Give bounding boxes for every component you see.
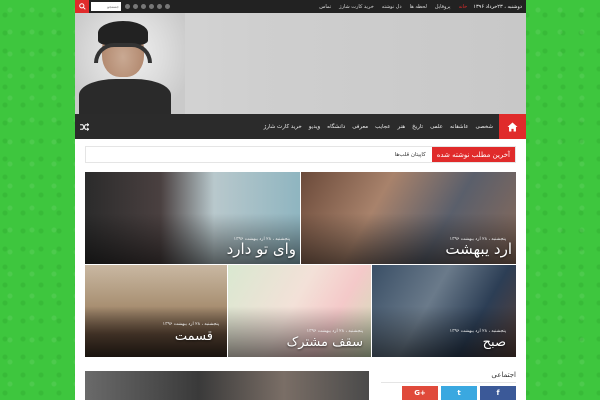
featured-post[interactable]: پنجشنبه ، ۲۸ ارد یبهشت ۱۳۹۶ قسمت — [85, 265, 227, 357]
post-date: پنجشنبه ، ۲۸ ارد یبهشت ۱۳۹۶ — [449, 329, 506, 334]
header-logo-photo[interactable] — [75, 13, 185, 114]
google-icon[interactable] — [133, 4, 138, 9]
google-plus-button[interactable]: G+ — [402, 386, 438, 400]
twitter-icon[interactable] — [149, 4, 154, 9]
post-thumbnail[interactable] — [85, 371, 369, 400]
post-title[interactable]: ارد یبهشت — [445, 240, 512, 258]
rss-icon[interactable] — [125, 4, 130, 9]
random-post-button[interactable] — [75, 114, 93, 139]
post-title[interactable]: قسمت — [175, 329, 213, 344]
featured-post[interactable]: پنجشنبه ، ۲۸ ارد یبهشت ۱۳۹۶ ارد یبهشت — [301, 172, 516, 264]
shuffle-icon — [79, 122, 89, 131]
facebook-icon[interactable] — [141, 4, 146, 9]
twitter-button[interactable]: t — [441, 386, 477, 400]
top-bar: خانه پروفایل لحظه ها دل نوشته خرید کارت … — [75, 0, 526, 13]
nav-item-romantic[interactable]: عاشقانه — [450, 124, 469, 130]
facebook-button[interactable]: f — [480, 386, 516, 400]
top-menu-item[interactable]: لحظه ها — [410, 4, 427, 10]
nav-item-history[interactable]: تاریخ — [412, 124, 423, 130]
top-menu-item[interactable]: پروفایل — [435, 4, 451, 10]
top-menu-item[interactable]: دل نوشته — [382, 4, 402, 10]
nav-item-university[interactable]: دانشگاه — [327, 124, 345, 130]
home-button[interactable] — [499, 114, 526, 139]
search-input[interactable] — [91, 2, 121, 11]
site-container: خانه پروفایل لحظه ها دل نوشته خرید کارت … — [75, 0, 526, 400]
ticker-label: آخرین مطلب نوشته شده — [431, 147, 515, 162]
news-ticker: کاپیتان قلب‌ها آخرین مطلب نوشته شده — [85, 146, 516, 163]
post-date: پنجشنبه ، ۲۸ ارد یبهشت ۱۳۹۶ — [162, 322, 219, 327]
top-menu-item[interactable]: تماس — [319, 4, 331, 10]
nav-item-intro[interactable]: معرفی — [352, 124, 368, 130]
telegram-icon[interactable] — [165, 4, 170, 9]
featured-post[interactable]: پنجشنبه ، ۲۸ ارد یبهشت ۱۳۹۶ سقف مشترک — [228, 265, 371, 357]
home-icon — [507, 121, 518, 132]
post-title[interactable]: وای تو دارد — [227, 240, 296, 258]
nav-item-wonders[interactable]: عجایب — [375, 124, 390, 130]
ticker-text[interactable]: کاپیتان قلب‌ها — [395, 152, 432, 158]
post-date: پنجشنبه ، ۲۸ ارد یبهشت ۱۳۹۶ — [306, 329, 363, 334]
site-header — [75, 13, 526, 114]
nav-item-personal[interactable]: شخصی — [475, 124, 493, 130]
top-menu-item[interactable]: خرید کارت شارژ — [339, 4, 374, 10]
person-body — [79, 79, 171, 114]
top-menu: خانه پروفایل لحظه ها دل نوشته خرید کارت … — [319, 4, 467, 10]
post-title[interactable]: سقف مشترک — [287, 335, 363, 350]
social-widget-title: اجتماعی — [381, 371, 516, 383]
nav-item-charge[interactable]: خرید کارت شارژ — [264, 124, 302, 130]
social-widget: G+ t f — [381, 386, 516, 400]
main-nav: شخصی عاشقانه علمی تاریخ هنر عجایب معرفی … — [75, 114, 526, 139]
nav-item-video[interactable]: ویدیو — [309, 124, 320, 130]
featured-post[interactable]: پنجشنبه ، ۲۸ ارد یبهشت ۱۳۹۶ وای تو دارد — [85, 172, 300, 264]
nav-item-art[interactable]: هنر — [398, 124, 406, 130]
post-title[interactable]: صبح — [483, 335, 506, 350]
search-icon — [78, 3, 86, 10]
instagram-icon[interactable] — [157, 4, 162, 9]
current-date: دوشنبه ، ۲۳خرداد ۱۳۹۶ — [473, 3, 522, 10]
top-menu-item[interactable]: خانه — [459, 4, 468, 10]
headphones-icon — [94, 43, 152, 63]
search-button[interactable] — [75, 0, 89, 13]
person-hair — [98, 21, 148, 45]
top-social-icons — [125, 4, 170, 9]
nav-items: شخصی عاشقانه علمی تاریخ هنر عجایب معرفی … — [264, 124, 499, 130]
nav-item-science[interactable]: علمی — [430, 124, 443, 130]
featured-post[interactable]: پنجشنبه ، ۲۸ ارد یبهشت ۱۳۹۶ صبح — [372, 265, 516, 357]
